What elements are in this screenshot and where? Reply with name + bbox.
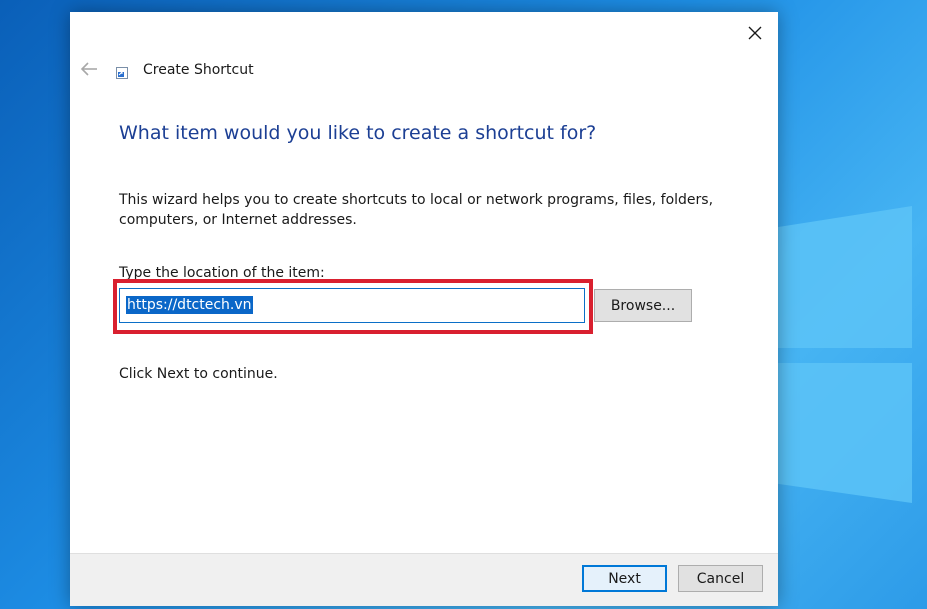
dialog-footer: Next Cancel (70, 553, 778, 606)
create-shortcut-dialog: Create Shortcut What item would you like… (70, 12, 778, 606)
wizard-heading: What item would you like to create a sho… (119, 122, 597, 144)
next-button[interactable]: Next (582, 565, 667, 592)
browse-button[interactable]: Browse... (594, 289, 692, 322)
cancel-button[interactable]: Cancel (678, 565, 763, 592)
windows-logo-icon (772, 206, 912, 503)
shortcut-icon (116, 67, 128, 79)
location-input-value: https://dtctech.vn (126, 296, 253, 314)
dialog-title: Create Shortcut (143, 62, 254, 78)
close-icon (748, 26, 762, 40)
close-button[interactable] (742, 20, 768, 46)
location-input[interactable]: https://dtctech.vn (119, 288, 585, 323)
continue-instruction: Click Next to continue. (119, 366, 278, 382)
back-arrow-icon (80, 62, 97, 76)
back-button[interactable] (78, 60, 100, 78)
wizard-description: This wizard helps you to create shortcut… (119, 192, 714, 228)
